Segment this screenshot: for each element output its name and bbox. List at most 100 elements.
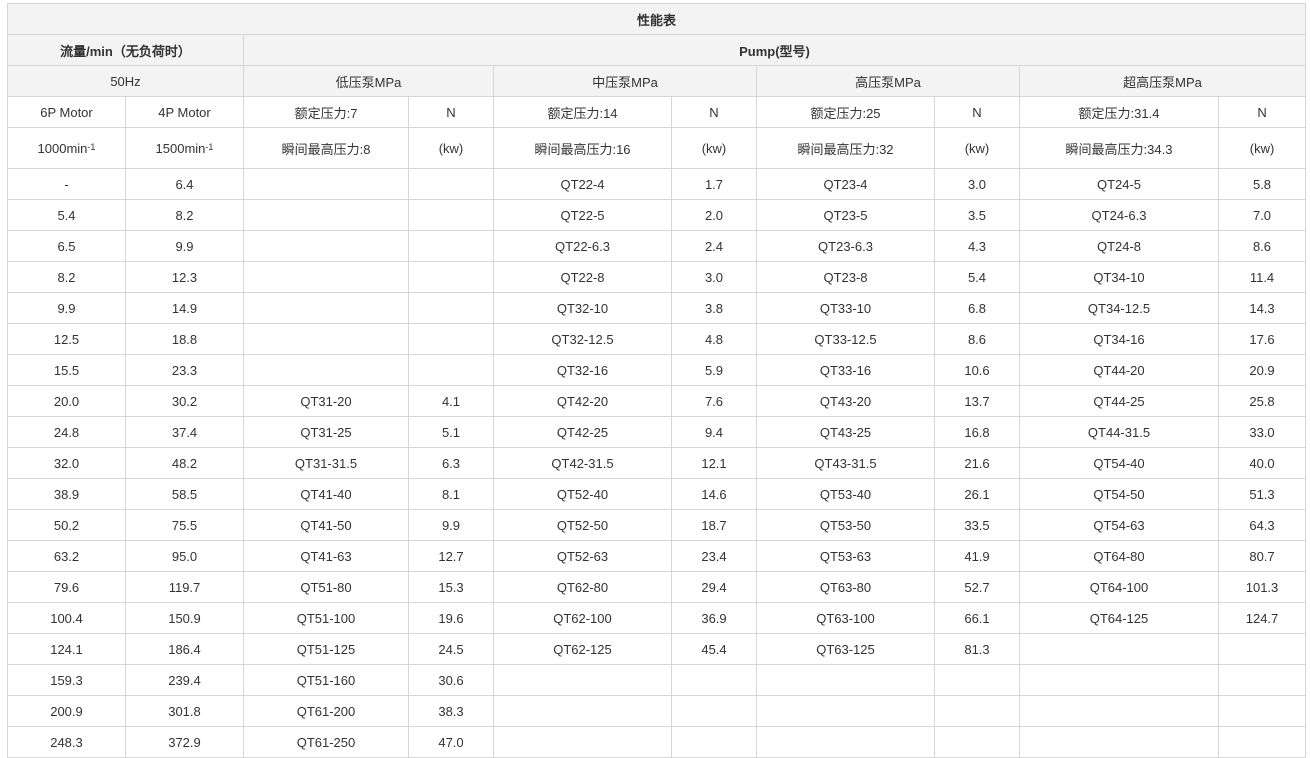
mid-power-cell: 18.7 — [671, 509, 757, 541]
flow-6p-cell: 100.4 — [7, 602, 126, 634]
ultra-power-cell: 17.6 — [1217, 323, 1307, 355]
ultra-power-cell: 8.6 — [1217, 230, 1307, 262]
low-power-cell: 12.7 — [408, 540, 494, 572]
speed-6p-exponent: -1 — [87, 141, 96, 152]
ultra-model-cell: QT44-31.5 — [1019, 416, 1219, 448]
kw-unit-ultra: (kw) — [1217, 127, 1307, 169]
ultra-power-cell: 7.0 — [1217, 199, 1307, 231]
low-power-cell — [408, 261, 494, 293]
n-header-high: N — [934, 96, 1020, 128]
high-model-cell: QT53-63 — [756, 540, 935, 572]
low-model-cell — [243, 292, 409, 324]
mid-power-cell: 2.0 — [671, 199, 757, 231]
flow-6p-cell: - — [7, 168, 126, 200]
low-power-cell — [408, 230, 494, 262]
high-model-cell: QT43-31.5 — [756, 447, 935, 479]
high-model-cell — [756, 726, 935, 758]
mid-power-cell: 36.9 — [671, 602, 757, 634]
performance-table: 性能表 流量/min（无负荷时） Pump(型号) 50Hz 低压泵MPa 中压… — [6, 3, 1307, 758]
low-model-cell: QT61-200 — [243, 695, 409, 727]
kw-unit-high: (kw) — [934, 127, 1020, 169]
low-power-cell: 30.6 — [408, 664, 494, 696]
low-model-cell: QT41-50 — [243, 509, 409, 541]
high-power-cell: 5.4 — [934, 261, 1020, 293]
flow-4p-cell: 119.7 — [125, 571, 244, 603]
kw-unit-mid: (kw) — [671, 127, 757, 169]
low-model-cell: QT31-25 — [243, 416, 409, 448]
speed-4p-header: 1500min-1 — [125, 127, 244, 169]
low-model-cell: QT31-31.5 — [243, 447, 409, 479]
low-power-cell: 5.1 — [408, 416, 494, 448]
high-power-cell: 6.8 — [934, 292, 1020, 324]
ultra-model-cell: QT44-25 — [1019, 385, 1219, 417]
flow-6p-cell: 32.0 — [7, 447, 126, 479]
ultra-model-cell: QT24-8 — [1019, 230, 1219, 262]
mid-model-cell: QT22-4 — [493, 168, 672, 200]
table-row: 5.4 8.2 QT22-5 2.0 QT23-5 3.5 QT24-6.3 7.0 — [7, 199, 1307, 231]
low-power-cell: 47.0 — [408, 726, 494, 758]
flow-4p-cell: 301.8 — [125, 695, 244, 727]
mid-model-cell — [493, 695, 672, 727]
high-model-cell: QT63-100 — [756, 602, 935, 634]
low-power-cell — [408, 354, 494, 386]
group-mid-header: 中压泵MPa — [493, 65, 757, 97]
ultra-power-cell — [1217, 633, 1307, 665]
flow-6p-cell: 12.5 — [7, 323, 126, 355]
flow-4p-cell: 95.0 — [125, 540, 244, 572]
rated-pressure-low: 额定压力:7 — [243, 96, 409, 128]
table-row: 38.9 58.5 QT41-40 8.1 QT52-40 14.6 QT53-40 26.1… — [7, 478, 1307, 510]
flow-6p-cell: 200.9 — [7, 695, 126, 727]
flow-4p-cell: 12.3 — [125, 261, 244, 293]
high-model-cell: QT23-8 — [756, 261, 935, 293]
high-model-cell: QT53-40 — [756, 478, 935, 510]
flow-4p-cell: 37.4 — [125, 416, 244, 448]
table-row: 9.9 14.9 QT32-10 3.8 QT33-10 6.8 QT34-12.5 14.3 — [7, 292, 1307, 324]
rated-pressure-ultra: 额定压力:31.4 — [1019, 96, 1219, 128]
mid-power-cell: 7.6 — [671, 385, 757, 417]
low-model-cell — [243, 199, 409, 231]
group-high-header: 高压泵MPa — [756, 65, 1020, 97]
high-model-cell: QT33-10 — [756, 292, 935, 324]
ultra-model-cell: QT54-40 — [1019, 447, 1219, 479]
high-power-cell: 13.7 — [934, 385, 1020, 417]
high-power-cell: 8.6 — [934, 323, 1020, 355]
table-row: 24.8 37.4 QT31-25 5.1 QT42-25 9.4 QT43-25 16.8 Q… — [7, 416, 1307, 448]
high-model-cell: QT43-20 — [756, 385, 935, 417]
mid-power-cell: 4.8 — [671, 323, 757, 355]
table-title: 性能表 — [6, 3, 1307, 35]
high-power-cell: 41.9 — [934, 540, 1020, 572]
high-power-cell — [934, 695, 1020, 727]
low-model-cell — [243, 230, 409, 262]
low-power-cell — [408, 199, 494, 231]
low-power-cell: 24.5 — [408, 633, 494, 665]
ultra-model-cell: QT24-6.3 — [1019, 199, 1219, 231]
ultra-power-cell: 40.0 — [1217, 447, 1307, 479]
mid-power-cell: 3.8 — [671, 292, 757, 324]
high-model-cell: QT33-12.5 — [756, 323, 935, 355]
low-model-cell — [243, 323, 409, 355]
flow-4p-cell: 150.9 — [125, 602, 244, 634]
ultra-power-cell — [1217, 726, 1307, 758]
low-power-cell: 4.1 — [408, 385, 494, 417]
performance-table-container: 性能表 流量/min（无负荷时） Pump(型号) 50Hz 低压泵MPa 中压… — [6, 3, 1307, 758]
mid-model-cell: QT62-125 — [493, 633, 672, 665]
mid-power-cell: 12.1 — [671, 447, 757, 479]
motor-4p-header: 4P Motor — [125, 96, 244, 128]
motor-6p-header: 6P Motor — [7, 96, 126, 128]
flow-header: 流量/min（无负荷时） — [7, 34, 244, 66]
high-power-cell: 16.8 — [934, 416, 1020, 448]
mid-power-cell — [671, 726, 757, 758]
ultra-model-cell: QT24-5 — [1019, 168, 1219, 200]
ultra-model-cell: QT34-16 — [1019, 323, 1219, 355]
ultra-model-cell — [1019, 633, 1219, 665]
low-power-cell — [408, 292, 494, 324]
ultra-model-cell — [1019, 695, 1219, 727]
high-model-cell: QT23-4 — [756, 168, 935, 200]
ultra-power-cell: 124.7 — [1217, 602, 1307, 634]
table-row: 15.5 23.3 QT32-16 5.9 QT33-16 10.6 QT44-20 20.9 — [7, 354, 1307, 386]
high-power-cell: 3.0 — [934, 168, 1020, 200]
high-power-cell: 21.6 — [934, 447, 1020, 479]
table-row: 20.0 30.2 QT31-20 4.1 QT42-20 7.6 QT43-20 13.7 Q… — [7, 385, 1307, 417]
high-power-cell: 4.3 — [934, 230, 1020, 262]
high-power-cell: 66.1 — [934, 602, 1020, 634]
